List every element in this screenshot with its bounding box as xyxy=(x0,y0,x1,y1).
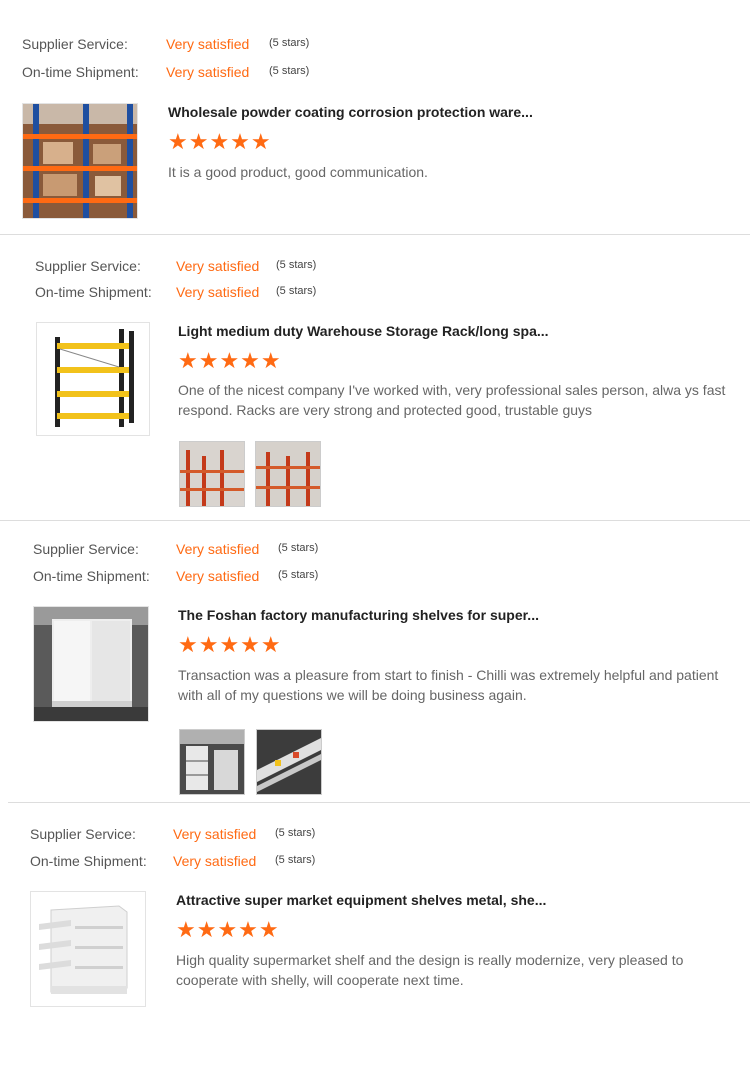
review-text: High quality supermarket shelf and the d… xyxy=(176,952,684,988)
review-item: Supplier Service: Very satisfied (5 star… xyxy=(0,0,750,1074)
rating-stars: ★★★★★ xyxy=(176,917,280,942)
gondola-shelf-image xyxy=(31,892,145,1006)
shipment-count: (5 stars) xyxy=(275,854,316,866)
supplier-service-label: Supplier Service: xyxy=(30,826,136,842)
product-title[interactable]: Attractive super market equipment shelve… xyxy=(176,892,546,908)
supplier-service-value: Very satisfied xyxy=(173,826,257,842)
shipment-value: Very satisfied xyxy=(173,853,257,869)
shipment-label: On-time Shipment: xyxy=(30,853,147,869)
supplier-service-count: (5 stars) xyxy=(275,827,316,839)
product-thumbnail[interactable] xyxy=(30,891,146,1007)
